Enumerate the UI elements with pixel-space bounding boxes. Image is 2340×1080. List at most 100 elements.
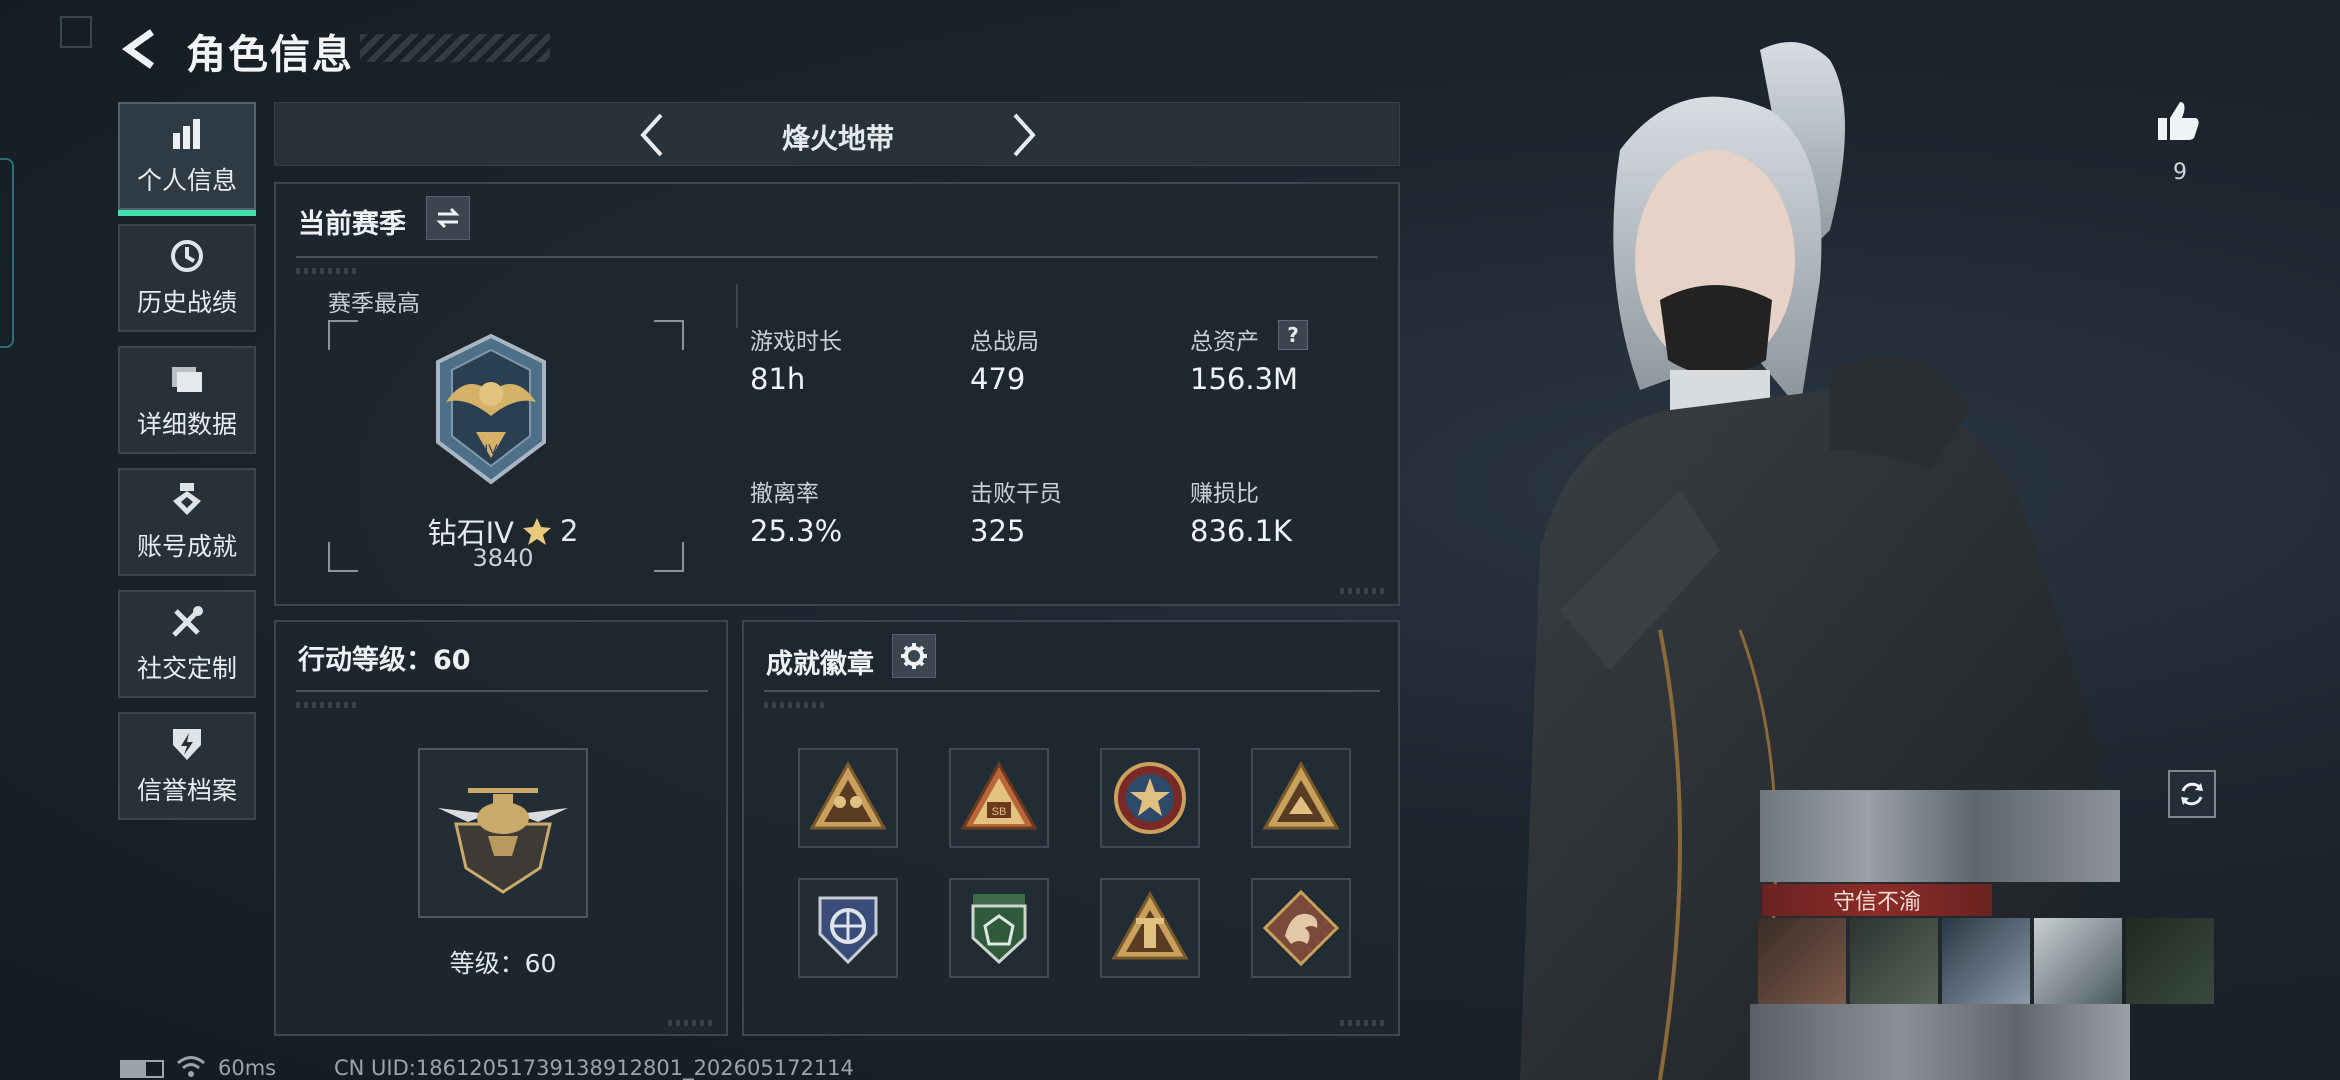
bracket-tr: [654, 320, 684, 350]
stat-label: 击败干员: [970, 481, 1062, 507]
stat-label: 赚损比: [1190, 481, 1259, 507]
micro-deco: [1340, 1020, 1384, 1026]
micro-deco: [296, 702, 356, 708]
achievement-badge[interactable]: [798, 748, 898, 848]
chevron-left-icon[interactable]: [637, 111, 667, 159]
action-separator: [296, 690, 708, 692]
uid-text: CN UID:1861205173913891280‍1_20260517211…: [334, 1056, 854, 1080]
page-title: 角色信息: [186, 32, 354, 78]
screen: 角色信息 个人信息 历史战绩 详细数据 账号成就 社交定制 信誉档案 烽火地带 …: [0, 0, 2340, 1080]
photo-thumbnail: [2126, 918, 2214, 1004]
achievement-badge[interactable]: [798, 878, 898, 978]
sidebar-item-reputation[interactable]: 信誉档案: [118, 712, 256, 820]
rank-score: 3840: [472, 544, 534, 572]
micro-deco: [764, 702, 824, 708]
shield-green-badge-icon: [971, 894, 1027, 965]
stat-label: 撤离率: [750, 481, 819, 507]
triangle-sb-badge-icon: SB: [960, 760, 1038, 830]
star-emblem-badge-icon: [1114, 762, 1186, 834]
bar-chart-icon: [173, 119, 200, 149]
stat-value: 836.1K: [1190, 514, 1293, 548]
chevron-right-icon[interactable]: [1009, 111, 1039, 159]
swap-icon: [436, 207, 460, 229]
achievement-badge[interactable]: [1100, 748, 1200, 848]
achievement-badge[interactable]: [949, 878, 1049, 978]
photo-thumbnail: [1850, 918, 1938, 1004]
star-icon: [522, 518, 551, 545]
achievement-badge[interactable]: [1251, 878, 1351, 978]
sidebar-item-personal-info[interactable]: 个人信息: [118, 102, 256, 216]
photo-thumbnail: [1942, 918, 2030, 1004]
bracket-tl: [328, 320, 358, 350]
photo-thumbnail: [2034, 918, 2122, 1004]
stat-label: 游戏时长: [750, 329, 842, 355]
season-switch-button[interactable]: [426, 196, 470, 240]
sidebar-item-detail-data[interactable]: 详细数据: [118, 346, 256, 454]
medal-icon: [173, 483, 201, 515]
blurred-info-overlay: [1750, 1004, 2130, 1080]
wrench-tools-icon: [172, 606, 203, 637]
sidebar-item-label: 历史战绩: [136, 288, 237, 317]
gear-icon: [901, 643, 927, 669]
sidebar-item-label: 社交定制: [136, 654, 237, 683]
stat-label: 总战局: [970, 329, 1039, 355]
level-text: 等级：60: [449, 949, 557, 978]
micro-deco: [296, 268, 356, 274]
blurred-name-overlay: [1760, 790, 2120, 882]
stat-divider: [736, 284, 738, 328]
achievements-panel: 成就徽章 SB: [742, 620, 1400, 1036]
help-icon[interactable]: ?: [1278, 320, 1308, 350]
triangle-soldiers-badge-icon: [809, 760, 887, 830]
rotate-model-button[interactable]: [2168, 770, 2216, 818]
shield-lightning-icon: [173, 729, 201, 760]
season-panel: 当前赛季 赛季最高 IV 钻石IV 2 3840 游戏时长 81h 总战局 47…: [274, 182, 1400, 606]
thumbs-up-icon[interactable]: [2154, 98, 2202, 146]
stat-value: 479: [970, 362, 1026, 396]
achievement-badge[interactable]: [1100, 878, 1200, 978]
stat-label: 总资产: [1190, 329, 1259, 355]
stat-value: 325: [970, 514, 1026, 548]
sidebar-item-label: 账号成就: [136, 532, 237, 561]
achievement-badge[interactable]: SB: [949, 748, 1049, 848]
svg-text:IV: IV: [484, 441, 498, 457]
achievement-badge[interactable]: [1251, 748, 1351, 848]
shield-blue-badge-icon: [818, 896, 878, 965]
sidebar-item-history[interactable]: 历史战绩: [118, 224, 256, 332]
back-arrow-icon[interactable]: [118, 26, 164, 72]
sidebar-item-label: 详细数据: [136, 410, 237, 439]
sidebar-item-achievements[interactable]: 账号成就: [118, 468, 256, 576]
micro-deco: [668, 1020, 712, 1026]
stat-value: 25.3%: [750, 514, 843, 548]
action-level-title: 行动等级：60: [298, 645, 471, 676]
sidebar-item-label: 信誉档案: [136, 776, 237, 805]
stat-value: 81h: [750, 362, 806, 396]
photo-thumbnail: [1758, 918, 1846, 1004]
sidebar-item-social[interactable]: 社交定制: [118, 590, 256, 698]
svg-text:SB: SB: [992, 806, 1007, 818]
edge-handle[interactable]: [0, 158, 14, 348]
rank-stars: 2: [559, 514, 579, 548]
season-separator: [296, 256, 1378, 258]
diamond-rank-emblem-icon: IV: [436, 333, 546, 485]
season-best-label: 赛季最高: [328, 291, 420, 317]
micro-deco: [1340, 588, 1384, 594]
stat-value: 156.3M: [1190, 362, 1299, 396]
season-title: 当前赛季: [298, 209, 406, 240]
achievements-settings-button[interactable]: [892, 634, 936, 678]
wifi-icon: [177, 1056, 205, 1077]
achievements-separator: [764, 690, 1380, 692]
like-count: 9: [2173, 160, 2187, 185]
folder-icon: [172, 367, 202, 392]
clock-history-icon: [171, 240, 203, 272]
triangle-tower-badge-icon: [1111, 890, 1189, 960]
refresh-icon: [2181, 782, 2203, 806]
corner-frame: [60, 16, 92, 48]
level-emblem-frame[interactable]: [418, 748, 588, 918]
sidebar-item-label: 个人信息: [136, 166, 237, 195]
profile-photo-strip: [1758, 918, 2214, 1004]
action-level-panel: 行动等级：60 等级：60: [274, 620, 728, 1036]
mode-title: 烽火地带: [781, 122, 894, 155]
honor-title-badge: 守信不渝: [1762, 884, 1992, 916]
triangle-hands-badge-icon: [1262, 760, 1340, 830]
dragon-badge-icon: [1262, 889, 1340, 967]
